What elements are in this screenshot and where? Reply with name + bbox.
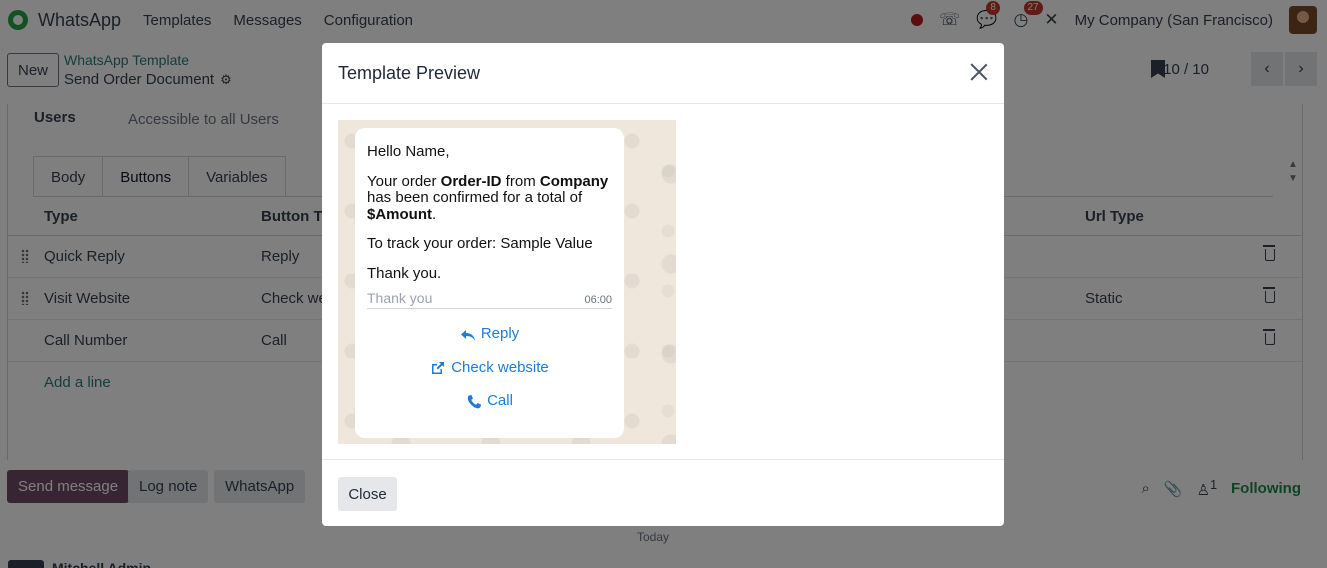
chat-wallpaper: Hello Name, Your order Order-ID from Com… xyxy=(338,120,676,444)
close-icon[interactable] xyxy=(970,63,988,81)
close-button[interactable]: Close xyxy=(338,477,397,511)
thanks-text: Thank you. xyxy=(367,264,442,282)
order-text-part: . xyxy=(432,205,437,223)
external-link-icon xyxy=(432,362,445,375)
message-time: 06:00 xyxy=(584,294,612,307)
check-website-label: Check website xyxy=(451,358,549,376)
order-text: Your order Order-ID from Company has bee… xyxy=(367,172,612,224)
message-bubble: Hello Name, Your order Order-ID from Com… xyxy=(355,128,624,438)
call-button[interactable]: Call xyxy=(367,393,612,410)
track-text: To track your order: Sample Value xyxy=(367,235,593,252)
company-var: Company xyxy=(539,172,609,190)
order-text-part: has been confirmed for a total of xyxy=(367,189,583,206)
footer-text: Thank you xyxy=(367,290,433,306)
order-id-var: Order-ID xyxy=(440,172,502,190)
modal-footer: Close xyxy=(322,459,1004,526)
order-text-part: from xyxy=(501,172,540,190)
phone-icon xyxy=(467,394,482,408)
modal-header: Template Preview xyxy=(322,43,1004,104)
message-footer: Thank you 06:00 xyxy=(367,290,612,310)
order-text-part: Your order xyxy=(367,172,441,190)
check-website-button[interactable]: Check website xyxy=(367,358,612,377)
amount-var: $Amount xyxy=(367,205,432,223)
greeting-text: Hello Name, xyxy=(367,143,450,160)
template-preview-dialog: Template Preview Hello Name, Your order … xyxy=(322,43,1004,526)
reply-arrow-icon xyxy=(460,329,475,341)
modal-title: Template Preview xyxy=(338,63,481,83)
reply-label: Reply xyxy=(480,325,520,343)
reply-button[interactable]: Reply xyxy=(367,326,612,343)
call-label: Call xyxy=(487,392,513,410)
